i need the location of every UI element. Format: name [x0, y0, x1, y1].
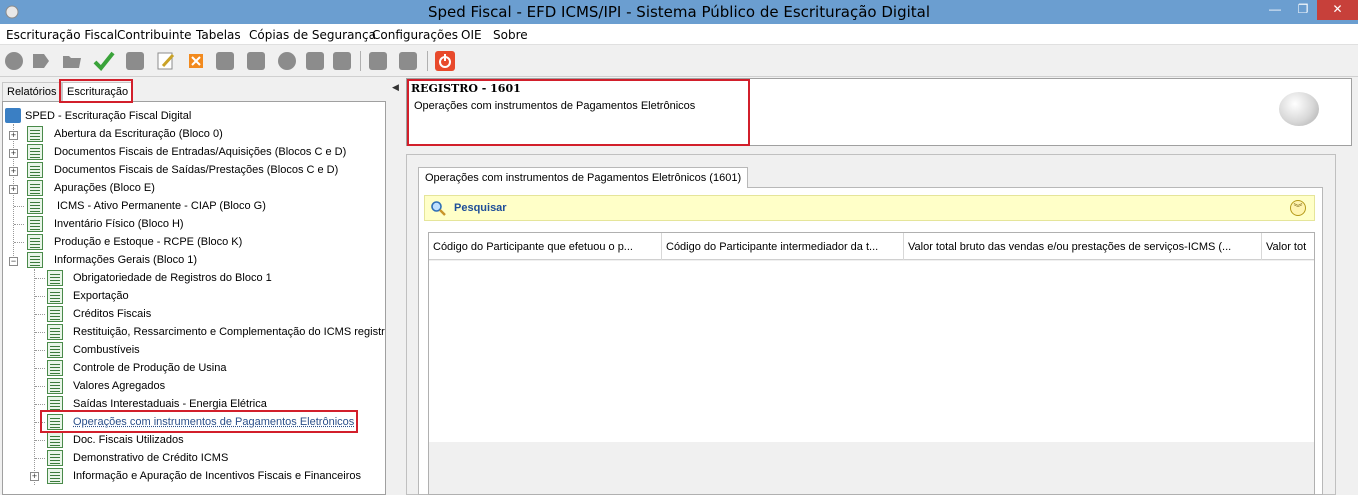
tab-register-1601[interactable]: Operações com instrumentos de Pagamentos… [418, 167, 749, 188]
tree-connector [35, 386, 45, 387]
highlight-escrituracao-tab [59, 79, 133, 103]
register-icon [27, 162, 43, 178]
close-button[interactable]: ✕ [1317, 0, 1358, 20]
register-icon [47, 324, 63, 340]
column-header-valor-bruto[interactable]: Valor total bruto das vendas e/ou presta… [904, 233, 1262, 260]
tree-connector [35, 296, 45, 297]
minimize-button[interactable]: — [1261, 0, 1289, 20]
tree-connector [14, 242, 24, 243]
tree-connector [35, 404, 45, 405]
toolbar-separator [360, 51, 361, 71]
register-icon [47, 450, 63, 466]
tree-connector [14, 206, 24, 207]
new-file-icon[interactable] [3, 50, 25, 72]
column-header-participante[interactable]: Código do Participante que efetuou o p..… [429, 233, 662, 260]
register-icon [47, 342, 63, 358]
toolbar [0, 45, 1358, 77]
tree-connector [35, 314, 45, 315]
expand-icon[interactable]: + [9, 185, 18, 194]
menu-tabelas[interactable]: Tabelas [196, 28, 241, 42]
search-icon[interactable] [430, 200, 446, 216]
highlight-tree-item [40, 410, 358, 433]
edit-icon[interactable] [155, 50, 177, 72]
tree-connector [35, 278, 45, 279]
menu-sobre[interactable]: Sobre [493, 28, 528, 42]
book-icon [5, 108, 21, 123]
tree-connector [35, 440, 45, 441]
mail-icon[interactable] [304, 50, 326, 72]
collapse-left-icon[interactable]: ◀ [392, 82, 399, 93]
search-label[interactable]: Pesquisar [454, 202, 507, 214]
register-icon [27, 144, 43, 160]
expand-icon[interactable]: + [30, 472, 39, 481]
maximize-button[interactable]: ❐ [1289, 0, 1317, 20]
column-header-intermediador[interactable]: Código do Participante intermediador da … [662, 233, 904, 260]
register-icon [27, 198, 43, 214]
register-icon [47, 306, 63, 322]
delete-icon[interactable] [185, 50, 207, 72]
register-icon [47, 432, 63, 448]
tab-relatorios[interactable]: Relatórios [2, 82, 62, 101]
register-icon [47, 468, 63, 484]
tree-connector [35, 458, 45, 459]
menu-configuracoes[interactable]: Configurações [372, 28, 458, 42]
panel-splitter[interactable]: ◀ [390, 78, 406, 495]
records-grid: Código do Participante que efetuou o p..… [428, 232, 1315, 495]
sign-icon[interactable] [214, 50, 236, 72]
register-icon [47, 270, 63, 286]
restore-icon[interactable] [331, 50, 353, 72]
menu-oie[interactable]: OIE [461, 28, 482, 42]
tree-connector [35, 332, 45, 333]
register-icon [27, 216, 43, 232]
column-header-valor-total[interactable]: Valor tot [1262, 233, 1314, 260]
highlight-register-header [407, 79, 750, 146]
expand-icon[interactable]: + [9, 131, 18, 140]
register-icon [47, 378, 63, 394]
expand-icon[interactable]: + [9, 167, 18, 176]
menu-bar: Escrituração Fiscal Contribuinte Tabelas… [0, 24, 1358, 45]
register-icon [47, 360, 63, 376]
menu-contribuinte[interactable]: Contribuinte [117, 28, 192, 42]
tree-connector [35, 368, 45, 369]
tree-connector [14, 224, 24, 225]
title-bar: Sped Fiscal - EFD ICMS/IPI - Sistema Púb… [0, 0, 1358, 24]
menu-escrituracao-fiscal[interactable]: Escrituração Fiscal [6, 28, 117, 42]
grid-body[interactable] [429, 261, 1314, 442]
exit-icon[interactable] [434, 50, 456, 72]
register-icon [27, 234, 43, 250]
save-all-icon[interactable] [397, 50, 419, 72]
open-folder-icon[interactable] [61, 50, 83, 72]
window-title: Sped Fiscal - EFD ICMS/IPI - Sistema Púb… [427, 3, 930, 21]
transmit-icon[interactable] [276, 50, 298, 72]
grid-header: Código do Participante que efetuou o p..… [429, 233, 1314, 260]
tree-connector [34, 269, 35, 485]
sped-globe-logo [1279, 92, 1319, 126]
menu-copias-seguranca[interactable]: Cópias de Segurança [249, 28, 376, 42]
copy-icon[interactable] [124, 50, 146, 72]
register-icon [27, 126, 43, 142]
validate-check-icon[interactable] [93, 50, 115, 72]
register-icon [27, 180, 43, 196]
register-icon [27, 252, 43, 268]
open-arrow-icon[interactable] [30, 50, 52, 72]
toolbar-separator [427, 51, 428, 71]
search-bar[interactable] [424, 195, 1315, 221]
register-icon [47, 288, 63, 304]
print-icon[interactable] [245, 50, 267, 72]
tree-connector [35, 350, 45, 351]
vertical-scrollbar[interactable] [1352, 78, 1358, 495]
collapse-icon[interactable]: − [9, 257, 18, 266]
save-icon[interactable] [367, 50, 389, 72]
escrituracao-tree: SPED - Escrituração Fiscal Digital + Abe… [2, 101, 386, 495]
collapse-search-icon[interactable]: ︾ [1290, 200, 1306, 216]
expand-icon[interactable]: + [9, 149, 18, 158]
